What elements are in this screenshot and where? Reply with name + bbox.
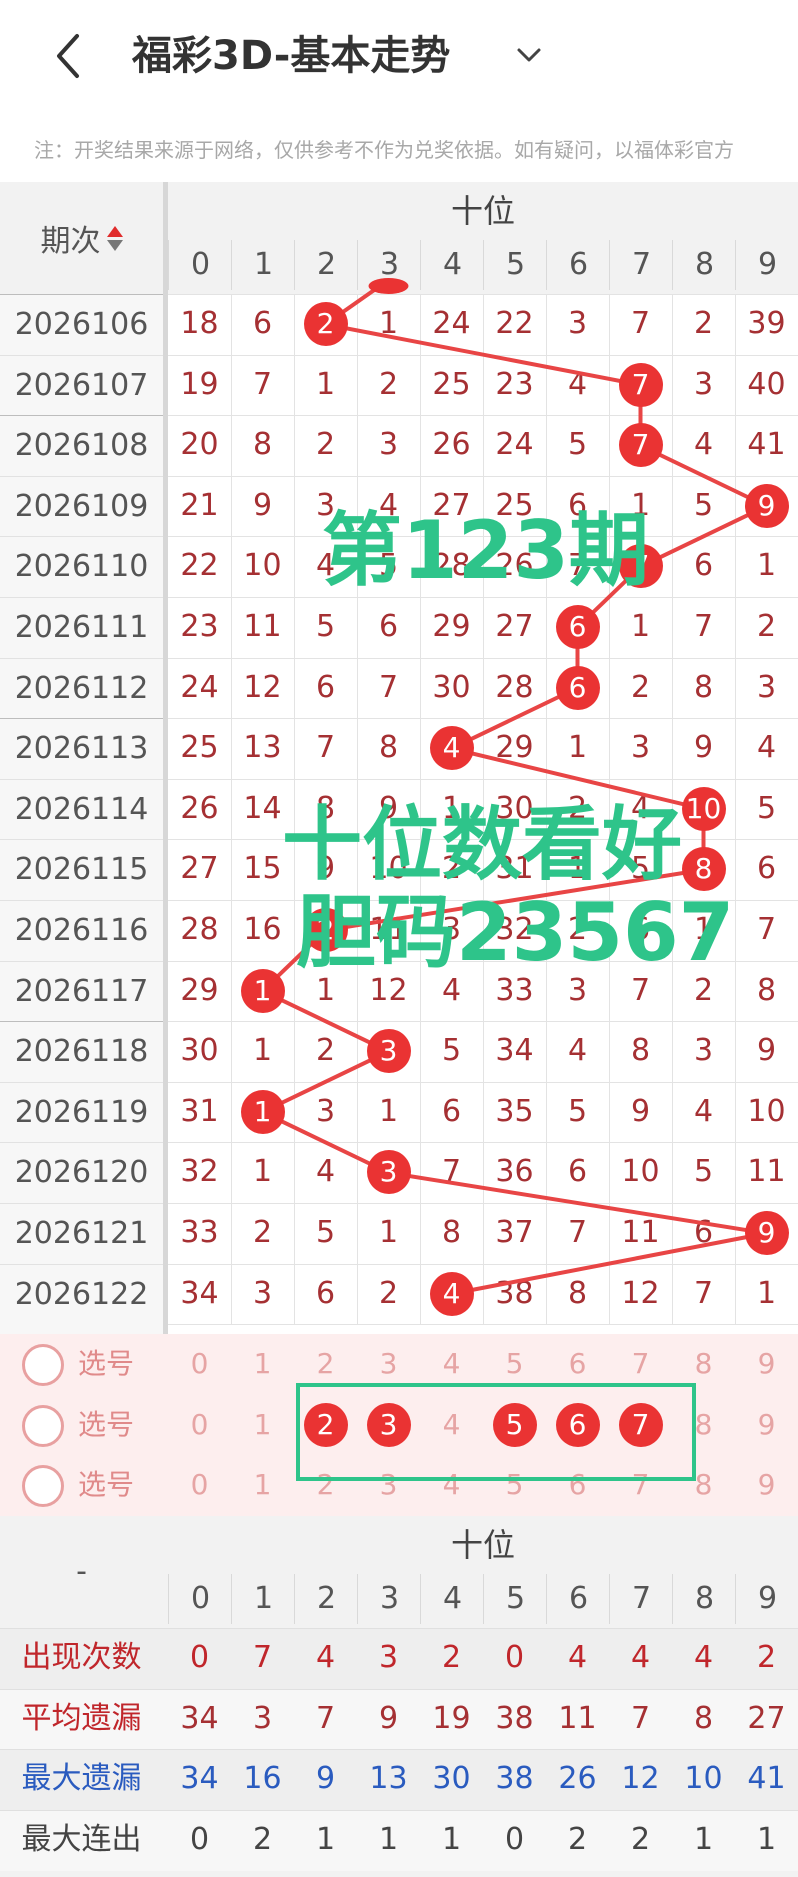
stats-row-label: 平均遗漏	[21, 1700, 142, 1736]
stats-value: 19	[432, 1700, 471, 1736]
stats-value: 2	[630, 1821, 651, 1857]
overlay-issue-text: 第123期	[322, 504, 649, 597]
stats-value: 1	[378, 1821, 399, 1857]
stats-value: 9	[315, 1761, 336, 1797]
stats-value: 1	[693, 1821, 714, 1857]
stats-digit-header-6: 6	[546, 1574, 610, 1624]
stats-row-label: 最大连出	[21, 1821, 142, 1857]
stats-value: 4	[315, 1640, 336, 1675]
stats-value: 3	[378, 1640, 399, 1675]
stats-value: 2	[252, 1821, 273, 1857]
stats-digit-header-1: 1	[231, 1574, 295, 1624]
stats-value: 16	[243, 1761, 282, 1797]
stats-value: 13	[369, 1761, 408, 1797]
stats-digit-header-2: 2	[294, 1574, 358, 1624]
stats-value: 30	[432, 1761, 471, 1797]
stats-row-label: 出现次数	[21, 1640, 142, 1675]
stats-digit-header-7: 7	[609, 1574, 673, 1624]
stats-value: 12	[621, 1761, 660, 1797]
stats-value: 0	[504, 1821, 525, 1857]
stats-value: 2	[756, 1640, 777, 1675]
stats-value: 7	[252, 1640, 273, 1675]
stats-value: 38	[495, 1700, 534, 1736]
stats-value: 8	[693, 1700, 714, 1736]
stats-value: 7	[630, 1700, 651, 1736]
stats-value: 1	[315, 1821, 336, 1857]
stats-value: 1	[441, 1821, 462, 1857]
stats-value: 9	[378, 1700, 399, 1736]
stats-value: 2	[441, 1640, 462, 1675]
stats-digit-header-3: 3	[357, 1574, 421, 1624]
stats-digit-header-9: 9	[735, 1574, 798, 1624]
stats-value: 7	[315, 1700, 336, 1736]
stats-digit-header-5: 5	[483, 1574, 547, 1624]
stats-digit-header-0: 0	[168, 1574, 232, 1624]
stats-value: 4	[693, 1640, 714, 1675]
stats-value: 26	[558, 1761, 597, 1797]
stats-value: 0	[189, 1821, 210, 1857]
overlay-line2-text: 胆码23567	[296, 886, 735, 979]
stats-value: 41	[747, 1761, 786, 1797]
stats-value: 4	[567, 1640, 588, 1675]
stats-value: 38	[495, 1761, 534, 1797]
stats-value: 11	[558, 1700, 597, 1736]
stats-value: 4	[630, 1640, 651, 1675]
stats-value: 0	[189, 1640, 210, 1675]
stats-digit-header-8: 8	[672, 1574, 736, 1624]
stats-digit-header-4: 4	[420, 1574, 484, 1624]
stats-value: 2	[567, 1821, 588, 1857]
stats-value: 10	[684, 1761, 723, 1797]
stats-value: 0	[504, 1640, 525, 1675]
stats-value: 27	[747, 1700, 786, 1736]
stats-value: 34	[180, 1700, 219, 1736]
stats-value: 34	[180, 1761, 219, 1797]
stats-row-label: 最大遗漏	[21, 1761, 142, 1797]
stats-value: 3	[252, 1700, 273, 1736]
stats-value: 1	[756, 1821, 777, 1857]
